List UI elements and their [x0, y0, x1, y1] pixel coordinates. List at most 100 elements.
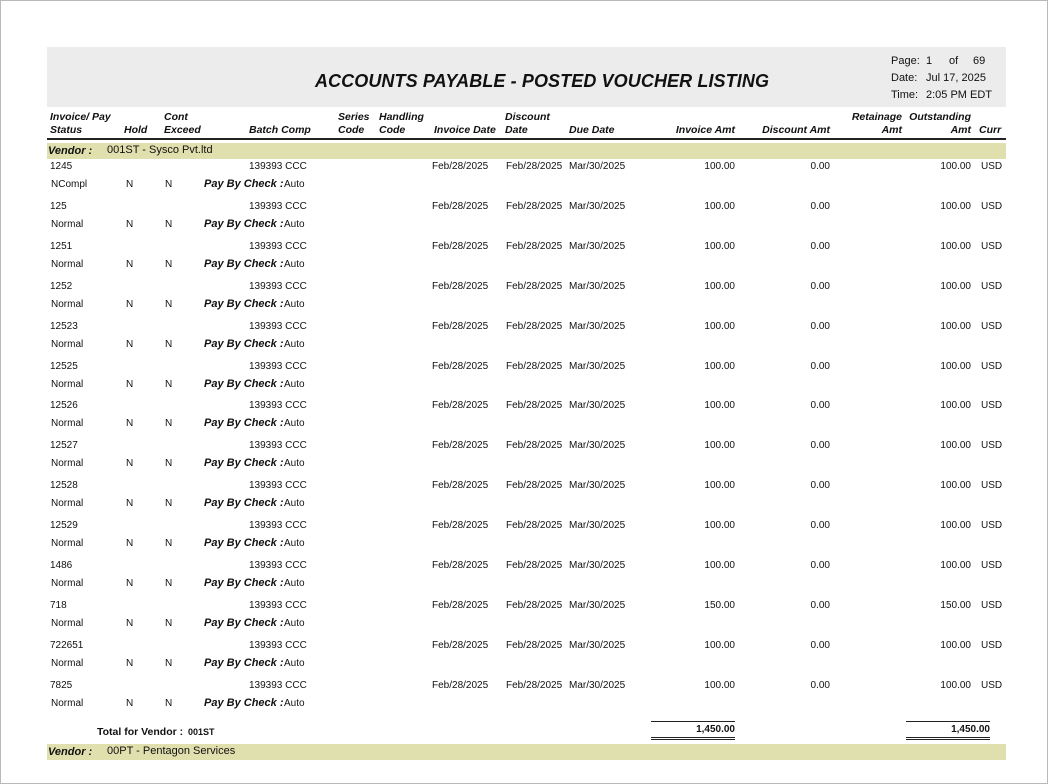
cont-exceed-flag: N: [165, 418, 173, 430]
due-date: Mar/30/2025: [569, 440, 626, 452]
due-date: Mar/30/2025: [569, 320, 626, 332]
outstanding-amt: 100.00: [940, 320, 971, 332]
discount-date: Feb/28/2025: [506, 360, 563, 372]
discount-date: Feb/28/2025: [506, 240, 563, 252]
currency: USD: [981, 360, 1003, 372]
discount-amt: 0.00: [810, 320, 830, 332]
pay-method: Auto: [284, 298, 305, 310]
discount-date: Feb/28/2025: [506, 520, 563, 532]
invoice-date: Feb/28/2025: [432, 440, 489, 452]
pay-by-check-label: Pay By Check :: [204, 656, 284, 669]
batch-comp: 139393 CCC: [249, 520, 307, 532]
invoice-date: Feb/28/2025: [432, 560, 489, 571]
status: Normal: [51, 418, 84, 430]
vendor-total-code: 001ST: [188, 727, 215, 737]
col-status: Status: [50, 124, 83, 136]
invoice-amt: 100.00: [704, 639, 735, 651]
voucher-row: 12523 139393 CCC Feb/28/2025 Feb/28/2025 Mar…: [47, 321, 1006, 361]
invoice-number: 7825: [50, 679, 73, 691]
col-invoice-date: Invoice Date: [434, 124, 496, 136]
hold-flag: N: [126, 578, 134, 589]
currency: USD: [981, 639, 1003, 651]
column-header: Invoice/ Pay Status Hold Cont Exceed Bat…: [47, 110, 1006, 140]
invoice-date: Feb/28/2025: [432, 599, 489, 611]
vendor-total-outstanding-amt: 1,450.00: [906, 721, 990, 740]
discount-date: Feb/28/2025: [506, 400, 563, 412]
voucher-row: 722651 139393 CCC Feb/28/2025 Feb/28/2025 Ma…: [47, 640, 1006, 680]
status: Normal: [51, 258, 84, 270]
col-retainage: Retainage: [851, 111, 902, 123]
due-date: Mar/30/2025: [569, 360, 626, 372]
invoice-number: 1245: [50, 161, 73, 172]
hold-flag: N: [126, 338, 134, 350]
voucher-row: 1245 139393 CCC Feb/28/2025 Feb/28/2025 Mar/…: [47, 161, 1006, 201]
page-of-label: of: [949, 55, 959, 67]
pay-by-check-label: Pay By Check :: [204, 337, 284, 350]
invoice-amt: 100.00: [704, 679, 735, 691]
due-date: Mar/30/2025: [569, 200, 626, 212]
invoice-amt: 100.00: [704, 560, 735, 571]
invoice-number: 722651: [50, 639, 84, 651]
pay-by-check-label: Pay By Check :: [204, 417, 284, 430]
invoice-date: Feb/28/2025: [432, 320, 489, 332]
vendor-total-label: Total for Vendor :: [97, 726, 184, 738]
col-cont: Cont: [164, 111, 188, 123]
discount-amt: 0.00: [810, 240, 830, 252]
cont-exceed-flag: N: [165, 538, 173, 550]
currency: USD: [981, 480, 1003, 492]
due-date: Mar/30/2025: [569, 161, 626, 172]
voucher-row: 12528 139393 CCC Feb/28/2025 Feb/28/2025 Mar…: [47, 480, 1006, 520]
pay-method: Auto: [284, 258, 305, 270]
vendor-label: Vendor :: [48, 145, 93, 157]
batch-comp: 139393 CCC: [249, 480, 307, 492]
status: Normal: [51, 697, 84, 709]
pay-method: Auto: [284, 697, 305, 709]
pay-method: Auto: [284, 418, 305, 430]
voucher-row: 1251 139393 CCC Feb/28/2025 Feb/28/2025 Mar/…: [47, 241, 1006, 281]
discount-amt: 0.00: [810, 360, 830, 372]
pay-by-check-label: Pay By Check :: [204, 297, 284, 310]
hold-flag: N: [126, 418, 134, 430]
invoice-amt: 100.00: [704, 480, 735, 492]
discount-date: Feb/28/2025: [506, 200, 563, 212]
status: Normal: [51, 378, 84, 390]
cont-exceed-flag: N: [165, 298, 173, 310]
currency: USD: [981, 400, 1003, 412]
page-value: 1: [926, 55, 933, 67]
discount-date: Feb/28/2025: [506, 560, 563, 571]
status: Normal: [51, 298, 84, 310]
batch-comp: 139393 CCC: [249, 320, 307, 332]
outstanding-amt: 100.00: [940, 360, 971, 372]
cont-exceed-flag: N: [165, 617, 173, 629]
due-date: Mar/30/2025: [569, 280, 626, 292]
pay-method: Auto: [284, 657, 305, 669]
status: Normal: [51, 338, 84, 350]
date-label: Date:: [891, 72, 918, 84]
voucher-row: 12525 139393 CCC Feb/28/2025 Feb/28/2025 Mar…: [47, 361, 1006, 401]
invoice-number: 1252: [50, 280, 73, 292]
voucher-row: 12529 139393 CCC Feb/28/2025 Feb/28/2025 Mar…: [47, 520, 1006, 560]
invoice-number: 1251: [50, 240, 73, 252]
cont-exceed-flag: N: [165, 258, 173, 270]
pay-by-check-label: Pay By Check :: [204, 616, 284, 629]
cont-exceed-flag: N: [165, 498, 173, 510]
page-label: Page:: [891, 55, 920, 67]
currency: USD: [981, 440, 1003, 452]
hold-flag: N: [126, 179, 134, 190]
invoice-date: Feb/28/2025: [432, 400, 489, 412]
outstanding-amt: 100.00: [940, 639, 971, 651]
batch-comp: 139393 CCC: [249, 200, 307, 212]
invoice-number: 1486: [50, 560, 73, 571]
outstanding-amt: 100.00: [940, 440, 971, 452]
invoice-amt: 150.00: [704, 599, 735, 611]
voucher-row: 718 139393 CCC Feb/28/2025 Feb/28/2025 Mar/3…: [47, 600, 1006, 640]
time-value: 2:05 PM EDT: [926, 89, 993, 101]
discount-date: Feb/28/2025: [506, 280, 563, 292]
batch-comp: 139393 CCC: [249, 280, 307, 292]
invoice-amt: 100.00: [704, 161, 735, 172]
pay-method: Auto: [284, 458, 305, 470]
hold-flag: N: [126, 617, 134, 629]
pay-method: Auto: [284, 378, 305, 390]
pay-by-check-label: Pay By Check :: [204, 696, 284, 709]
discount-amt: 0.00: [810, 440, 830, 452]
